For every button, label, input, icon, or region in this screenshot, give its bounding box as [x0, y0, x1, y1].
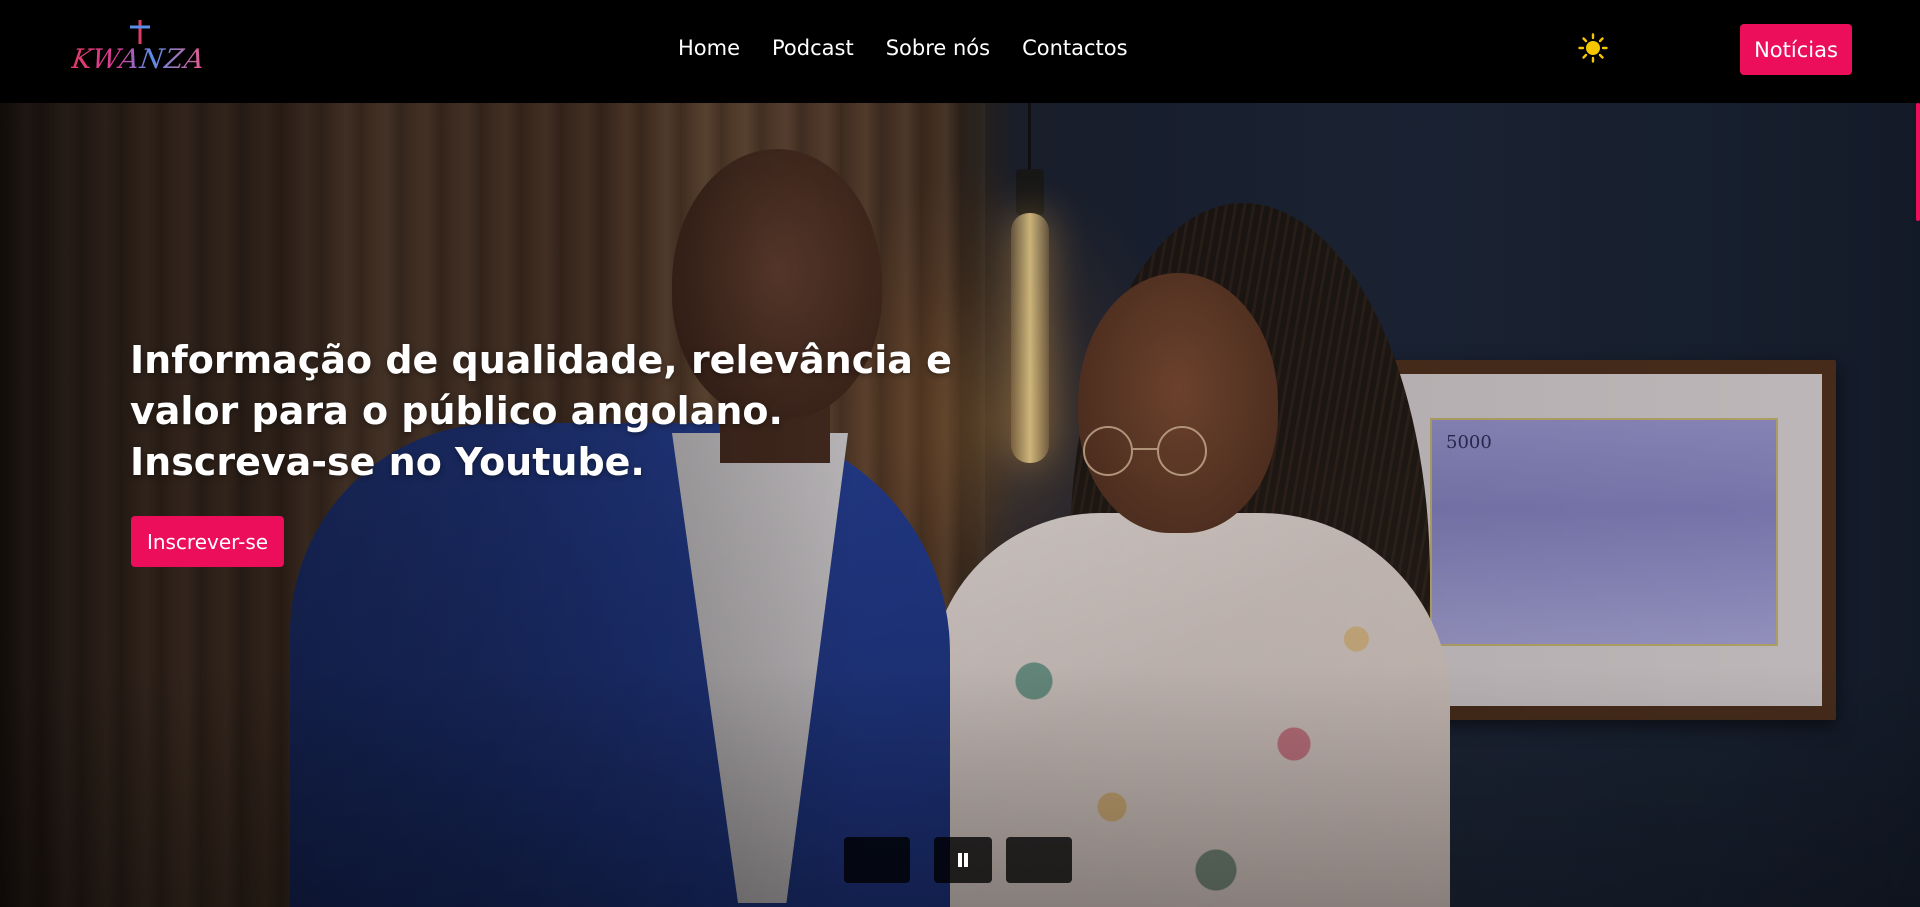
pause-button[interactable]: [934, 837, 992, 883]
hero-heading: Informação de qualidade, relevância e va…: [130, 338, 952, 484]
slide-prev-button[interactable]: [844, 837, 910, 883]
hero-banner: 5000 Informação de qualidade, relevância…: [0, 103, 1920, 907]
news-button[interactable]: Notícias: [1740, 24, 1852, 75]
scrollbar-thumb[interactable]: [1916, 103, 1920, 221]
slider-controls: [844, 837, 1074, 883]
nav-item-home[interactable]: Home: [678, 36, 740, 60]
main-nav: Home Podcast Sobre nós Contactos: [678, 36, 1160, 60]
nav-item-contactos[interactable]: Contactos: [1022, 36, 1128, 60]
sun-icon[interactable]: [1578, 33, 1608, 63]
logo-wordmark: KWANZA: [69, 44, 208, 75]
page-scrollbar[interactable]: [1914, 103, 1920, 907]
pause-icon: [956, 853, 970, 867]
top-navigation-bar: KWANZA Home Podcast Sobre nós Contactos …: [0, 0, 1920, 103]
hero-vignette: [0, 103, 1920, 907]
subscribe-button[interactable]: Inscrever-se: [131, 516, 284, 567]
kwanza-logo[interactable]: KWANZA: [69, 18, 208, 80]
nav-item-podcast[interactable]: Podcast: [772, 36, 854, 60]
slide-next-button[interactable]: [1006, 837, 1072, 883]
nav-item-sobre-nos[interactable]: Sobre nós: [886, 36, 990, 60]
